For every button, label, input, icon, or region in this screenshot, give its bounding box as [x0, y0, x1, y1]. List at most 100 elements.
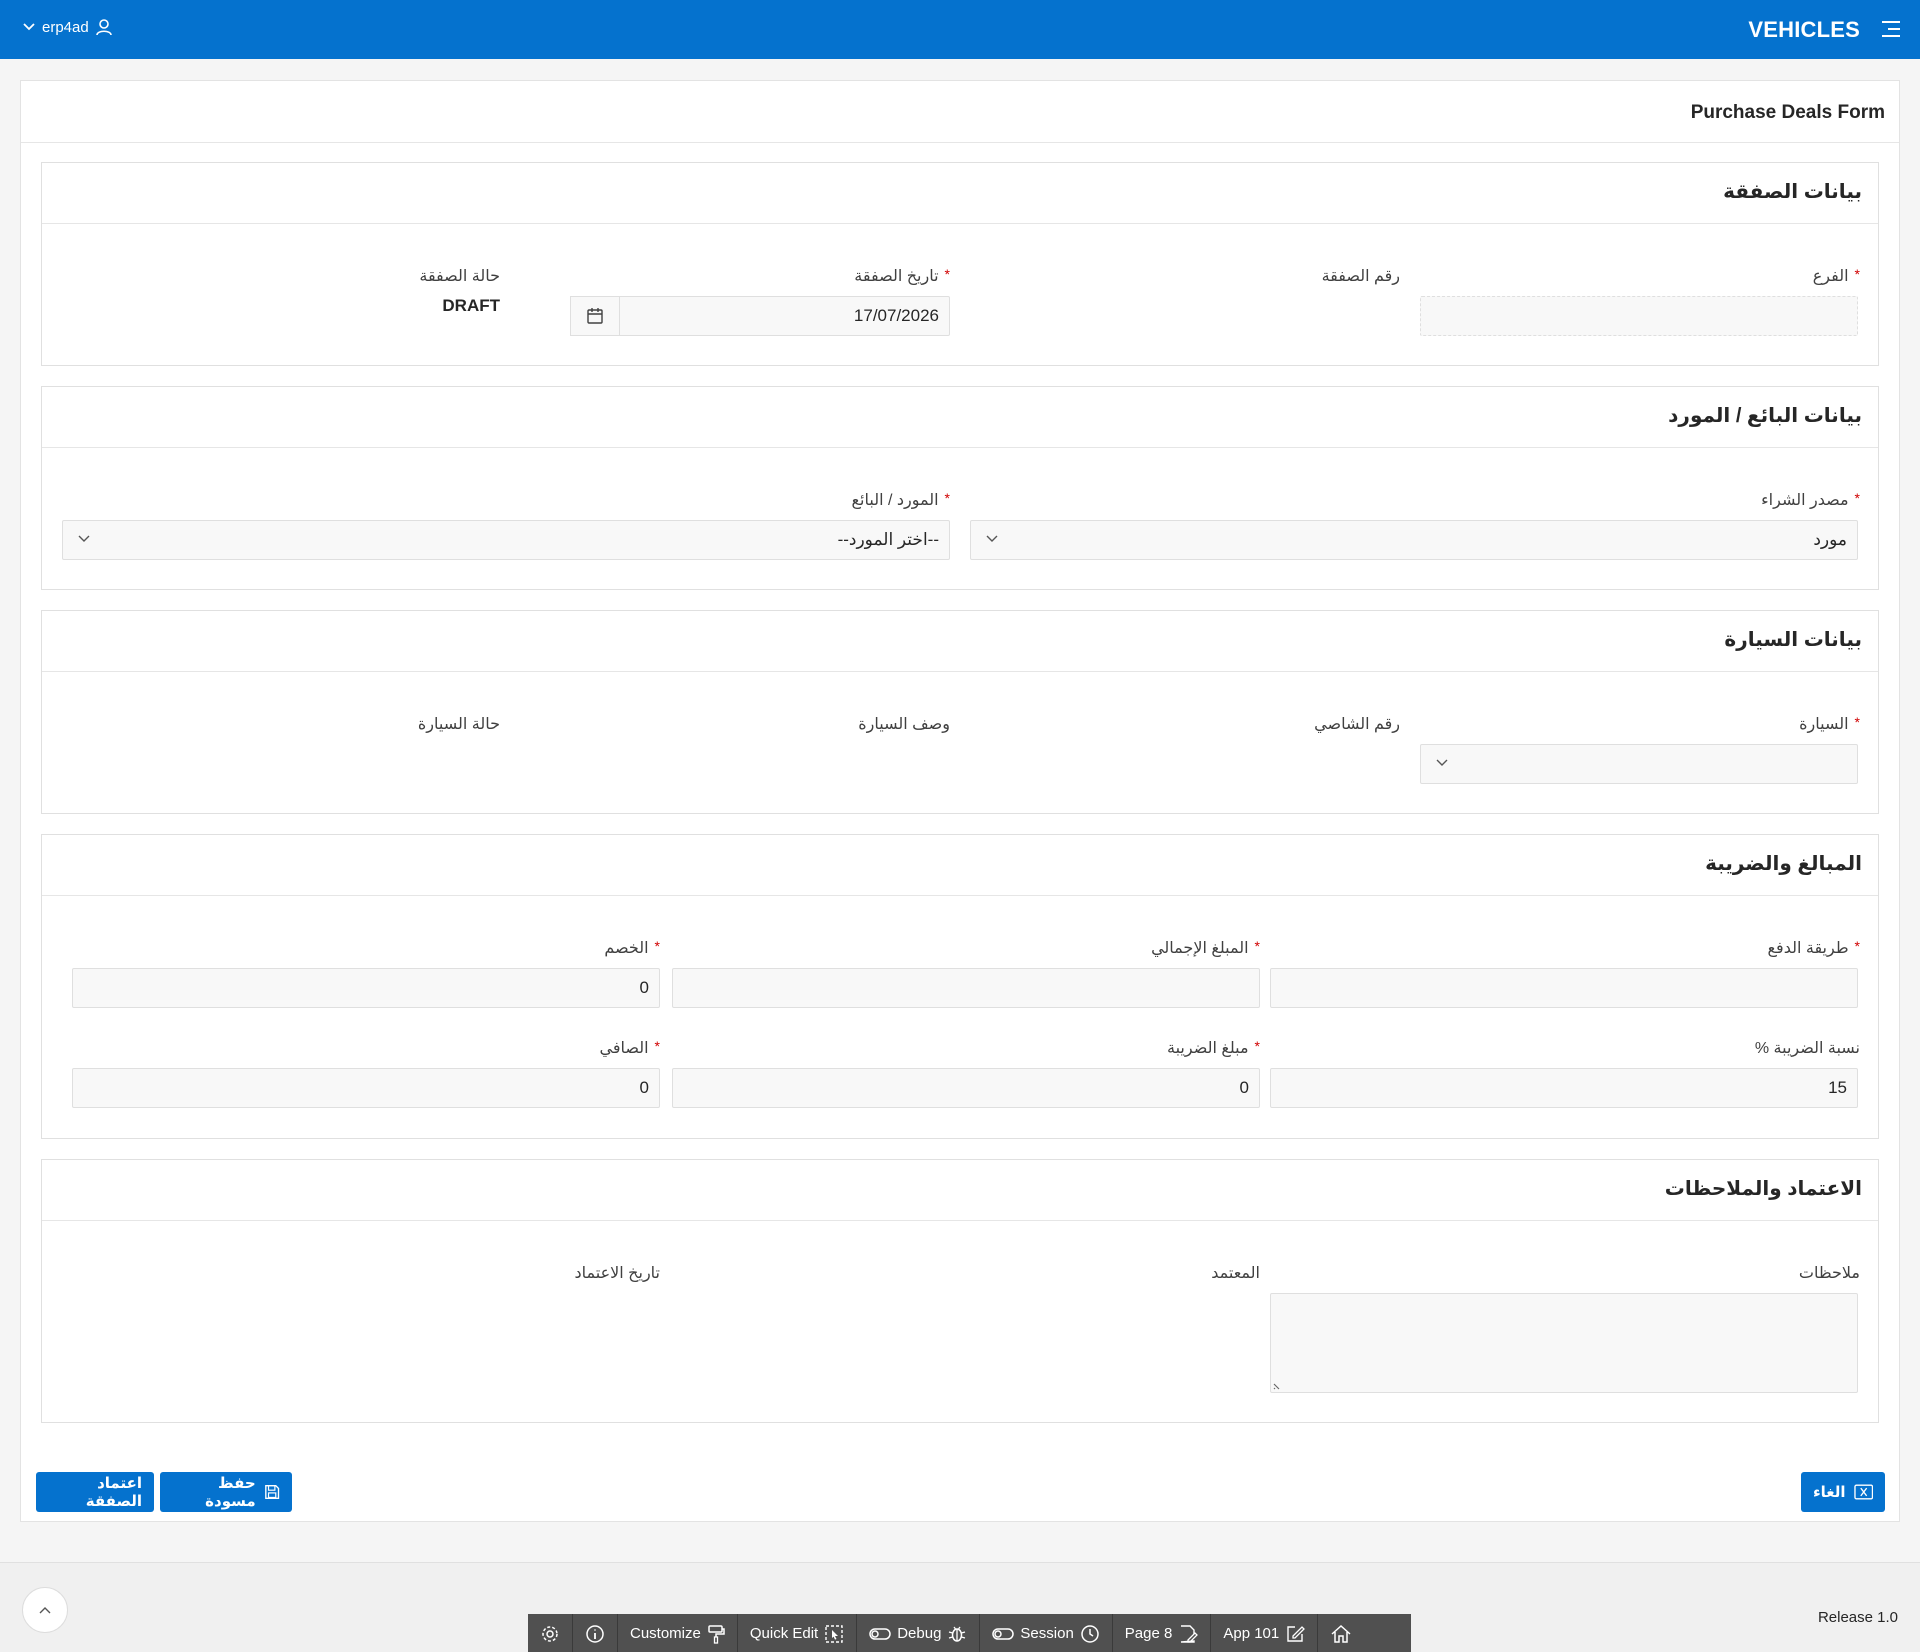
paint-roller-icon: [708, 1624, 725, 1644]
chevron-down-icon: [23, 23, 35, 31]
payment-method-label: *طريقة الدفع: [1767, 938, 1860, 957]
region-title: الاعتماد والملاحظات: [1664, 1178, 1862, 1200]
net-amount-label: *الصافي: [599, 1038, 660, 1057]
divider: [42, 447, 1878, 448]
user-menu[interactable]: erp4ad: [22, 18, 113, 36]
main-page: Purchase Deals Form بيانات الصفقة *الفرع…: [20, 80, 1900, 1522]
chassis-label: رقم الشاصي: [1314, 716, 1400, 733]
notes-label: ملاحظات: [1798, 1265, 1860, 1282]
region-title: بيانات الصفقة: [1723, 181, 1862, 203]
devbar-debug[interactable]: Debug: [857, 1614, 981, 1652]
notes-textarea[interactable]: [1270, 1293, 1858, 1393]
hamburger-menu-icon[interactable]: [1880, 20, 1902, 38]
amounts-region: المبالغ والضريبة *طريقة الدفع *المبلغ ال…: [41, 834, 1879, 1139]
approval-date-label: تاريخ الاعتماد: [574, 1265, 660, 1282]
region-title: المبالغ والضريبة: [1705, 853, 1862, 875]
devbar-customize[interactable]: Customize: [618, 1614, 738, 1652]
devbar-debug-label: Debug: [897, 1625, 942, 1642]
deal-date-input[interactable]: 17/07/2026: [570, 296, 950, 336]
devbar-quick-edit-label: Quick Edit: [749, 1625, 819, 1642]
tax-rate-input[interactable]: 15: [1270, 1068, 1858, 1108]
page-title: Purchase Deals Form: [1690, 102, 1885, 123]
devbar-app-label: App 101: [1223, 1625, 1280, 1642]
divider: [42, 895, 1878, 896]
required-mark: *: [1854, 266, 1860, 282]
chevron-up-icon: [39, 1607, 51, 1614]
required-mark: *: [1854, 938, 1860, 954]
cancel-button[interactable]: الغاء: [1801, 1472, 1885, 1512]
car-select[interactable]: [1420, 744, 1858, 784]
devbar-session-label: Session: [1020, 1625, 1074, 1642]
calendar-icon: [587, 308, 603, 324]
branch-field[interactable]: [1420, 296, 1858, 336]
total-amount-input[interactable]: [672, 968, 1260, 1008]
divider: [21, 142, 1899, 143]
calendar-button[interactable]: [570, 296, 620, 336]
approver-label: المعتمد: [1211, 1265, 1260, 1282]
required-mark: *: [944, 266, 950, 282]
deal-status-value: DRAFT: [442, 296, 500, 315]
tax-amount-label: *مبلغ الضريبة: [1167, 1038, 1260, 1057]
required-mark: *: [1854, 490, 1860, 506]
user-icon: [95, 19, 112, 36]
car-info-region: بيانات السيارة *السيارة رقم الشاصي وصف ا…: [41, 610, 1879, 814]
clock-icon: [1081, 1624, 1099, 1643]
total-amount-label: *المبلغ الإجمالي: [1151, 938, 1260, 957]
developer-toolbar: Customize Quick Edit Debug Session Page …: [528, 1614, 1411, 1652]
devbar-page-label: Page 8: [1124, 1625, 1173, 1642]
top-header: erp4ad VEHICLES: [0, 0, 1920, 59]
payment-method-field[interactable]: [1270, 968, 1858, 1008]
tax-rate-value: 15: [1828, 1078, 1847, 1097]
net-amount-input[interactable]: 0: [72, 1068, 660, 1108]
discount-input[interactable]: 0: [72, 968, 660, 1008]
release-text: Release 1.0: [1817, 1609, 1898, 1626]
toggle-icon: [992, 1627, 1015, 1640]
tax-rate-label: نسبة الضريبة %: [1754, 1040, 1860, 1057]
required-mark: *: [1254, 1038, 1260, 1054]
devbar-page[interactable]: Page 8: [1113, 1614, 1212, 1652]
devbar-settings[interactable]: [528, 1614, 573, 1652]
region-title: بيانات البائع / المورد: [1668, 405, 1862, 427]
home-icon: [1331, 1624, 1351, 1643]
supplier-select[interactable]: --اختر المورد--: [62, 520, 950, 560]
save-draft-button[interactable]: حفظ مسودة: [160, 1472, 292, 1512]
save-draft-label: حفظ مسودة: [205, 1475, 256, 1510]
devbar-quick-edit[interactable]: Quick Edit: [738, 1614, 858, 1652]
devbar-info[interactable]: [573, 1614, 618, 1652]
scroll-to-top-button[interactable]: [22, 1587, 68, 1633]
chevron-down-icon: [986, 535, 998, 542]
page-footer: Release 1.0 Customize Quick Edit Debug S…: [0, 1562, 1920, 1652]
divider: [42, 223, 1878, 224]
net-amount-value: 0: [639, 1078, 649, 1097]
car-status-label: حالة السيارة: [417, 716, 500, 733]
required-mark: *: [944, 490, 950, 506]
bug-icon: [949, 1626, 966, 1642]
cursor-select-icon: [825, 1624, 843, 1643]
deal-number-label: رقم الصفقة: [1321, 268, 1400, 285]
resize-handle-icon[interactable]: [1273, 1380, 1283, 1390]
purchase-source-select[interactable]: مورد: [970, 520, 1858, 560]
approve-deal-button[interactable]: اعتماد الصفقة: [36, 1472, 154, 1512]
app-brand[interactable]: VEHICLES: [1748, 17, 1860, 43]
devbar-home[interactable]: [1318, 1614, 1364, 1652]
seller-info-region: بيانات البائع / المورد *مصدر الشراء مورد…: [41, 386, 1879, 590]
required-mark: *: [1854, 714, 1860, 730]
car-label: *السيارة: [1799, 714, 1860, 733]
approval-region: الاعتماد والملاحظات ملاحظات المعتمد تاري…: [41, 1159, 1879, 1423]
tax-amount-value: 0: [1239, 1078, 1249, 1097]
region-title: بيانات السيارة: [1724, 629, 1862, 651]
required-mark: *: [654, 1038, 660, 1054]
required-mark: *: [654, 938, 660, 954]
branch-label: *الفرع: [1812, 266, 1860, 285]
discount-label: *الخصم: [604, 938, 660, 957]
toggle-icon: [869, 1627, 891, 1640]
chevron-down-icon: [1436, 759, 1448, 766]
save-icon: [264, 1484, 279, 1500]
deal-status-label: حالة الصفقة: [419, 268, 500, 285]
close-box-icon: [1853, 1484, 1873, 1500]
user-name: erp4ad: [42, 18, 89, 36]
tax-amount-input[interactable]: 0: [672, 1068, 1260, 1108]
devbar-session[interactable]: Session: [980, 1614, 1113, 1652]
devbar-customize-label: Customize: [630, 1625, 701, 1642]
devbar-app[interactable]: App 101: [1211, 1614, 1319, 1652]
